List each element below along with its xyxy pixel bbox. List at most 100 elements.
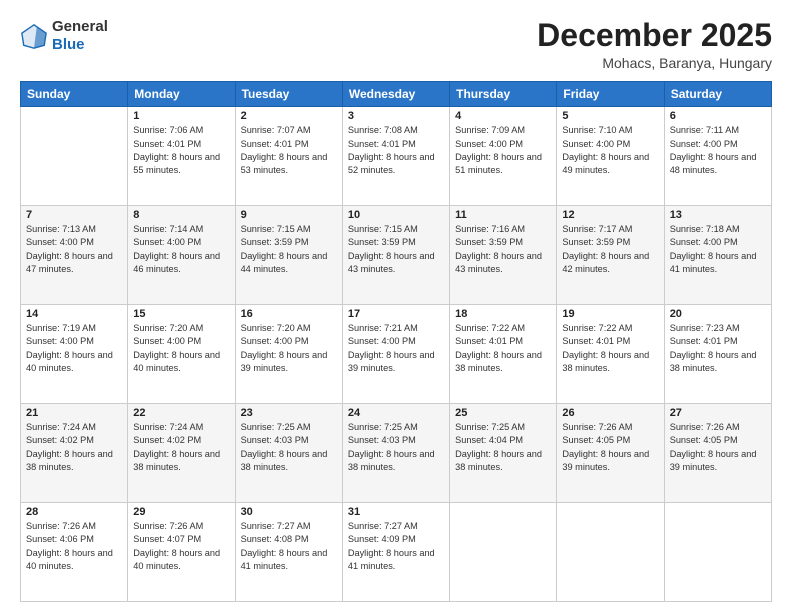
calendar-cell: 31Sunrise: 7:27 AM Sunset: 4:09 PM Dayli… [342, 503, 449, 602]
day-number: 22 [133, 407, 229, 419]
calendar-cell: 16 Sunrise: 7:20 AM Sunset: 4:00 PM Dayli… [235, 305, 342, 404]
day-number: 27 [670, 407, 766, 419]
calendar-cell: 29 Sunrise: 7:26 AM Sunset: 4:07 PM Dayli… [128, 503, 235, 602]
day-number: 24 [348, 407, 444, 419]
day-info: Sunrise: 7:15 AM Sunset: 3:59 PM Dayligh… [241, 223, 337, 276]
day-number: 9 [241, 209, 337, 221]
calendar-cell: 8Sunrise: 7:14 AM Sunset: 4:00 PM Daylig… [128, 206, 235, 305]
calendar-cell: 14 Sunrise: 7:19 AM Sunset: 4:00 PM Dayli… [21, 305, 128, 404]
day-number: 23 [241, 407, 337, 419]
day-number: 26 [562, 407, 658, 419]
calendar-cell: 11 Sunrise: 7:16 AM Sunset: 3:59 PM Dayli… [450, 206, 557, 305]
day-info: Sunrise: 7:24 AM Sunset: 4:02 PM Dayligh… [133, 421, 229, 474]
calendar-cell: 27 Sunrise: 7:26 AM Sunset: 4:05 PM Dayli… [664, 404, 771, 503]
day-info: Sunrise: 7:27 AM Sunset: 4:08 PM Dayligh… [241, 520, 337, 573]
calendar-cell: 21Sunrise: 7:24 AM Sunset: 4:02 PM Dayli… [21, 404, 128, 503]
calendar-cell: 18 Sunrise: 7:22 AM Sunset: 4:01 PM Dayli… [450, 305, 557, 404]
calendar-cell: 10 Sunrise: 7:15 AM Sunset: 3:59 PM Dayli… [342, 206, 449, 305]
calendar-cell: 24 Sunrise: 7:25 AM Sunset: 4:03 PM Dayli… [342, 404, 449, 503]
day-info: Sunrise: 7:25 AM Sunset: 4:04 PM Dayligh… [455, 421, 551, 474]
calendar-cell: 12Sunrise: 7:17 AM Sunset: 3:59 PM Dayli… [557, 206, 664, 305]
day-number: 12 [562, 209, 658, 221]
calendar-cell: 15Sunrise: 7:20 AM Sunset: 4:00 PM Dayli… [128, 305, 235, 404]
day-info: Sunrise: 7:25 AM Sunset: 4:03 PM Dayligh… [348, 421, 444, 474]
logo-icon [20, 22, 48, 50]
day-number: 14 [26, 308, 122, 320]
day-number: 31 [348, 506, 444, 518]
day-info: Sunrise: 7:06 AM Sunset: 4:01 PM Dayligh… [133, 124, 229, 177]
day-info: Sunrise: 7:21 AM Sunset: 4:00 PM Dayligh… [348, 322, 444, 375]
day-info: Sunrise: 7:11 AM Sunset: 4:00 PM Dayligh… [670, 124, 766, 177]
day-number: 30 [241, 506, 337, 518]
day-info: Sunrise: 7:13 AM Sunset: 4:00 PM Dayligh… [26, 223, 122, 276]
day-info: Sunrise: 7:26 AM Sunset: 4:06 PM Dayligh… [26, 520, 122, 573]
weekday-header: Thursday [450, 82, 557, 107]
calendar-cell: 23 Sunrise: 7:25 AM Sunset: 4:03 PM Dayli… [235, 404, 342, 503]
logo-text: General Blue [52, 18, 108, 54]
day-number: 15 [133, 308, 229, 320]
main-title: December 2025 [537, 18, 772, 53]
calendar-week-row: 14 Sunrise: 7:19 AM Sunset: 4:00 PM Dayli… [21, 305, 772, 404]
day-info: Sunrise: 7:08 AM Sunset: 4:01 PM Dayligh… [348, 124, 444, 177]
subtitle: Mohacs, Baranya, Hungary [537, 55, 772, 71]
calendar-cell: 7 Sunrise: 7:13 AM Sunset: 4:00 PM Daylig… [21, 206, 128, 305]
day-number: 4 [455, 110, 551, 122]
day-number: 17 [348, 308, 444, 320]
weekday-header: Wednesday [342, 82, 449, 107]
calendar-header-row: SundayMondayTuesdayWednesdayThursdayFrid… [21, 82, 772, 107]
day-number: 2 [241, 110, 337, 122]
day-number: 16 [241, 308, 337, 320]
day-info: Sunrise: 7:22 AM Sunset: 4:01 PM Dayligh… [455, 322, 551, 375]
calendar-cell: 20Sunrise: 7:23 AM Sunset: 4:01 PM Dayli… [664, 305, 771, 404]
day-info: Sunrise: 7:26 AM Sunset: 4:05 PM Dayligh… [670, 421, 766, 474]
day-number: 29 [133, 506, 229, 518]
calendar-week-row: 7 Sunrise: 7:13 AM Sunset: 4:00 PM Daylig… [21, 206, 772, 305]
weekday-header: Saturday [664, 82, 771, 107]
day-number: 28 [26, 506, 122, 518]
day-info: Sunrise: 7:24 AM Sunset: 4:02 PM Dayligh… [26, 421, 122, 474]
calendar-cell [21, 107, 128, 206]
title-block: December 2025 Mohacs, Baranya, Hungary [537, 18, 772, 71]
day-number: 3 [348, 110, 444, 122]
calendar-cell: 2Sunrise: 7:07 AM Sunset: 4:01 PM Daylig… [235, 107, 342, 206]
day-info: Sunrise: 7:26 AM Sunset: 4:07 PM Dayligh… [133, 520, 229, 573]
calendar-cell: 4 Sunrise: 7:09 AM Sunset: 4:00 PM Daylig… [450, 107, 557, 206]
calendar-cell: 9 Sunrise: 7:15 AM Sunset: 3:59 PM Daylig… [235, 206, 342, 305]
day-number: 18 [455, 308, 551, 320]
logo: General Blue [20, 18, 108, 54]
calendar-cell: 17 Sunrise: 7:21 AM Sunset: 4:00 PM Dayli… [342, 305, 449, 404]
weekday-header: Sunday [21, 82, 128, 107]
calendar-table: SundayMondayTuesdayWednesdayThursdayFrid… [20, 81, 772, 602]
day-info: Sunrise: 7:09 AM Sunset: 4:00 PM Dayligh… [455, 124, 551, 177]
calendar-cell: 6Sunrise: 7:11 AM Sunset: 4:00 PM Daylig… [664, 107, 771, 206]
calendar-cell: 30 Sunrise: 7:27 AM Sunset: 4:08 PM Dayli… [235, 503, 342, 602]
day-info: Sunrise: 7:15 AM Sunset: 3:59 PM Dayligh… [348, 223, 444, 276]
day-info: Sunrise: 7:25 AM Sunset: 4:03 PM Dayligh… [241, 421, 337, 474]
day-number: 1 [133, 110, 229, 122]
calendar-cell: 25Sunrise: 7:25 AM Sunset: 4:04 PM Dayli… [450, 404, 557, 503]
day-number: 19 [562, 308, 658, 320]
calendar-cell: 28 Sunrise: 7:26 AM Sunset: 4:06 PM Dayli… [21, 503, 128, 602]
day-number: 20 [670, 308, 766, 320]
day-number: 11 [455, 209, 551, 221]
weekday-header: Monday [128, 82, 235, 107]
calendar-week-row: 21Sunrise: 7:24 AM Sunset: 4:02 PM Dayli… [21, 404, 772, 503]
day-info: Sunrise: 7:26 AM Sunset: 4:05 PM Dayligh… [562, 421, 658, 474]
day-info: Sunrise: 7:22 AM Sunset: 4:01 PM Dayligh… [562, 322, 658, 375]
calendar-week-row: 1 Sunrise: 7:06 AM Sunset: 4:01 PM Daylig… [21, 107, 772, 206]
page: General Blue December 2025 Mohacs, Baran… [0, 0, 792, 612]
calendar-cell: 26 Sunrise: 7:26 AM Sunset: 4:05 PM Dayli… [557, 404, 664, 503]
day-number: 13 [670, 209, 766, 221]
day-info: Sunrise: 7:14 AM Sunset: 4:00 PM Dayligh… [133, 223, 229, 276]
day-info: Sunrise: 7:16 AM Sunset: 3:59 PM Dayligh… [455, 223, 551, 276]
day-info: Sunrise: 7:19 AM Sunset: 4:00 PM Dayligh… [26, 322, 122, 375]
header: General Blue December 2025 Mohacs, Baran… [20, 18, 772, 71]
day-number: 7 [26, 209, 122, 221]
calendar-cell: 3 Sunrise: 7:08 AM Sunset: 4:01 PM Daylig… [342, 107, 449, 206]
weekday-header: Friday [557, 82, 664, 107]
calendar-cell [450, 503, 557, 602]
day-info: Sunrise: 7:20 AM Sunset: 4:00 PM Dayligh… [241, 322, 337, 375]
day-number: 10 [348, 209, 444, 221]
calendar-cell: 19 Sunrise: 7:22 AM Sunset: 4:01 PM Dayli… [557, 305, 664, 404]
calendar-cell: 1 Sunrise: 7:06 AM Sunset: 4:01 PM Daylig… [128, 107, 235, 206]
